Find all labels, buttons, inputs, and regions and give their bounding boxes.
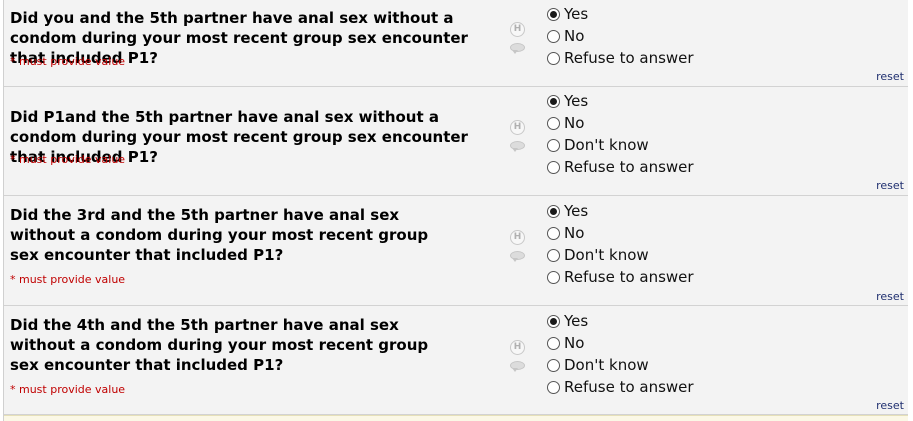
help-icon[interactable]: H [510, 230, 525, 245]
option-label: Don't know [564, 246, 649, 264]
option-no[interactable]: No [547, 332, 694, 354]
reset-link[interactable]: reset [876, 70, 904, 83]
option-refuse[interactable]: Refuse to answer [547, 266, 694, 288]
radio-button[interactable] [547, 94, 560, 108]
question-row-2: Did P1and the 5th partner have anal sex … [4, 87, 908, 196]
radio-group: Yes No Don't know Refuse to answer [547, 90, 694, 178]
field-icons: H [510, 340, 528, 372]
comment-icon[interactable] [510, 43, 526, 54]
required-note: * must provide value [10, 153, 126, 166]
option-refuse[interactable]: Refuse to answer [547, 376, 694, 398]
option-label: Yes [564, 5, 589, 23]
option-yes[interactable]: Yes [547, 200, 694, 222]
radio-button[interactable] [547, 7, 560, 21]
radio-button[interactable] [547, 29, 560, 43]
option-refuse[interactable]: Refuse to answer [547, 156, 694, 178]
option-dont-know[interactable]: Don't know [547, 134, 694, 156]
option-refuse[interactable]: Refuse to answer [547, 47, 694, 69]
option-label: No [564, 224, 585, 242]
radio-button[interactable] [547, 226, 560, 240]
option-no[interactable]: No [547, 222, 694, 244]
radio-group: Yes No Don't know Refuse to answer [547, 200, 694, 288]
radio-button[interactable] [547, 138, 560, 152]
option-label: Yes [564, 202, 589, 220]
option-yes[interactable]: Yes [547, 90, 694, 112]
field-icons: H [510, 120, 528, 152]
comment-icon[interactable] [510, 251, 526, 262]
radio-group: Yes No Don't know Refuse to answer [547, 310, 694, 398]
option-no[interactable]: No [547, 25, 694, 47]
option-yes[interactable]: Yes [547, 310, 694, 332]
radio-button[interactable] [547, 270, 560, 284]
radio-button[interactable] [547, 380, 560, 394]
option-label: No [564, 334, 585, 352]
radio-button[interactable] [547, 204, 560, 218]
help-icon[interactable]: H [510, 22, 525, 37]
option-dont-know[interactable]: Don't know [547, 244, 694, 266]
option-label: Don't know [564, 136, 649, 154]
radio-button[interactable] [547, 116, 560, 130]
required-note: * must provide value [10, 383, 126, 396]
option-label: Yes [564, 92, 589, 110]
comment-icon[interactable] [510, 361, 526, 372]
required-note: * must provide value [10, 273, 126, 286]
question-row-3: Did the 3rd and the 5th partner have ana… [4, 196, 908, 306]
radio-button[interactable] [547, 160, 560, 174]
reset-link[interactable]: reset [876, 399, 904, 412]
required-note: * must provide value [10, 55, 126, 68]
option-label: Refuse to answer [564, 378, 694, 396]
option-label: No [564, 114, 585, 132]
field-icons: H [510, 230, 528, 262]
radio-button[interactable] [547, 248, 560, 262]
option-label: No [564, 27, 585, 45]
radio-button[interactable] [547, 314, 560, 328]
option-label: Yes [564, 312, 589, 330]
radio-group: Yes No Refuse to answer [547, 3, 694, 69]
option-label: Refuse to answer [564, 158, 694, 176]
option-yes[interactable]: Yes [547, 3, 694, 25]
option-label: Refuse to answer [564, 49, 694, 67]
next-row-edge [4, 415, 908, 421]
question-text: Did the 3rd and the 5th partner have ana… [10, 206, 429, 264]
option-label: Refuse to answer [564, 268, 694, 286]
field-icons: H [510, 22, 528, 54]
question-row-4: Did the 4th and the 5th partner have ana… [4, 306, 908, 415]
radio-button[interactable] [547, 358, 560, 372]
radio-button[interactable] [547, 51, 560, 65]
radio-button[interactable] [547, 336, 560, 350]
option-dont-know[interactable]: Don't know [547, 354, 694, 376]
reset-link[interactable]: reset [876, 179, 904, 192]
option-label: Don't know [564, 356, 649, 374]
question-text: Did the 4th and the 5th partner have ana… [10, 316, 429, 374]
help-icon[interactable]: H [510, 340, 525, 355]
question-row-1: Did you and the 5th partner have anal se… [4, 0, 908, 87]
help-icon[interactable]: H [510, 120, 525, 135]
reset-link[interactable]: reset [876, 290, 904, 303]
comment-icon[interactable] [510, 141, 526, 152]
option-no[interactable]: No [547, 112, 694, 134]
